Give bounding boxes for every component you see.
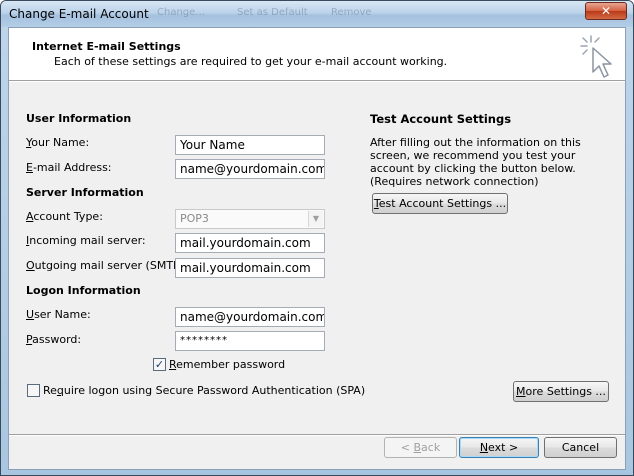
server-info-heading: Server Information: [26, 186, 144, 199]
email-address-label: E-mail Address:: [26, 161, 112, 174]
outgoing-server-field[interactable]: mail.yourdomain.com: [175, 258, 325, 278]
password-field[interactable]: ********: [175, 331, 325, 351]
account-type-value: POP3: [180, 212, 209, 225]
ghost-toolbar-item: Remove: [331, 7, 372, 18]
title-bar: Change E-mail Account Change... Set as D…: [1, 1, 633, 27]
window-title: Change E-mail Account: [9, 7, 149, 21]
your-name-label: Your Name:: [26, 136, 90, 149]
header-separator: [9, 80, 625, 82]
your-name-field[interactable]: Your Name: [175, 135, 325, 155]
incoming-server-label: Incoming mail server:: [26, 234, 146, 247]
email-address-field[interactable]: name@yourdomain.com: [175, 159, 325, 179]
user-name-field[interactable]: name@yourdomain.com: [175, 307, 325, 327]
user-info-heading: User Information: [26, 112, 132, 125]
test-settings-heading: Test Account Settings: [370, 112, 512, 126]
page-title: Internet E-mail Settings: [32, 40, 181, 53]
next-button[interactable]: Next >: [459, 437, 539, 458]
spa-label[interactable]: Require logon using Secure Password Auth…: [43, 384, 365, 397]
account-type-select[interactable]: POP3 ▼: [175, 209, 325, 229]
logon-info-heading: Logon Information: [26, 284, 141, 297]
test-settings-description: After filling out the information on thi…: [370, 136, 581, 188]
ghost-toolbar-item: Set as Default: [237, 7, 308, 18]
more-settings-button[interactable]: More Settings ...: [513, 381, 609, 402]
footer-separator: [9, 434, 625, 436]
close-button[interactable]: ✕: [585, 2, 627, 20]
user-name-label: User Name:: [26, 308, 91, 321]
dialog-body: Internet E-mail Settings Each of these s…: [8, 27, 626, 470]
cancel-button[interactable]: Cancel: [544, 437, 617, 458]
outgoing-server-label: Outgoing mail server (SMTP):: [26, 259, 188, 272]
back-button[interactable]: < Back: [384, 437, 457, 458]
password-label: Password:: [26, 333, 82, 346]
ghost-toolbar-item: Change...: [157, 7, 205, 18]
dialog-window: Change E-mail Account Change... Set as D…: [0, 0, 634, 476]
chevron-down-icon: ▼: [308, 211, 323, 227]
cursor-sparkle-icon: [580, 35, 612, 78]
page-subtitle: Each of these settings are required to g…: [54, 55, 448, 68]
spa-checkbox[interactable]: [27, 384, 40, 397]
header-panel: Internet E-mail Settings Each of these s…: [9, 28, 625, 80]
incoming-server-field[interactable]: mail.yourdomain.com: [175, 233, 325, 253]
remember-password-checkbox[interactable]: ✓: [153, 358, 166, 371]
close-icon: ✕: [600, 4, 612, 18]
test-account-settings-button[interactable]: Test Account Settings ...: [372, 193, 508, 214]
account-type-label: Account Type:: [26, 210, 103, 223]
remember-password-label[interactable]: Remember password: [169, 358, 285, 371]
